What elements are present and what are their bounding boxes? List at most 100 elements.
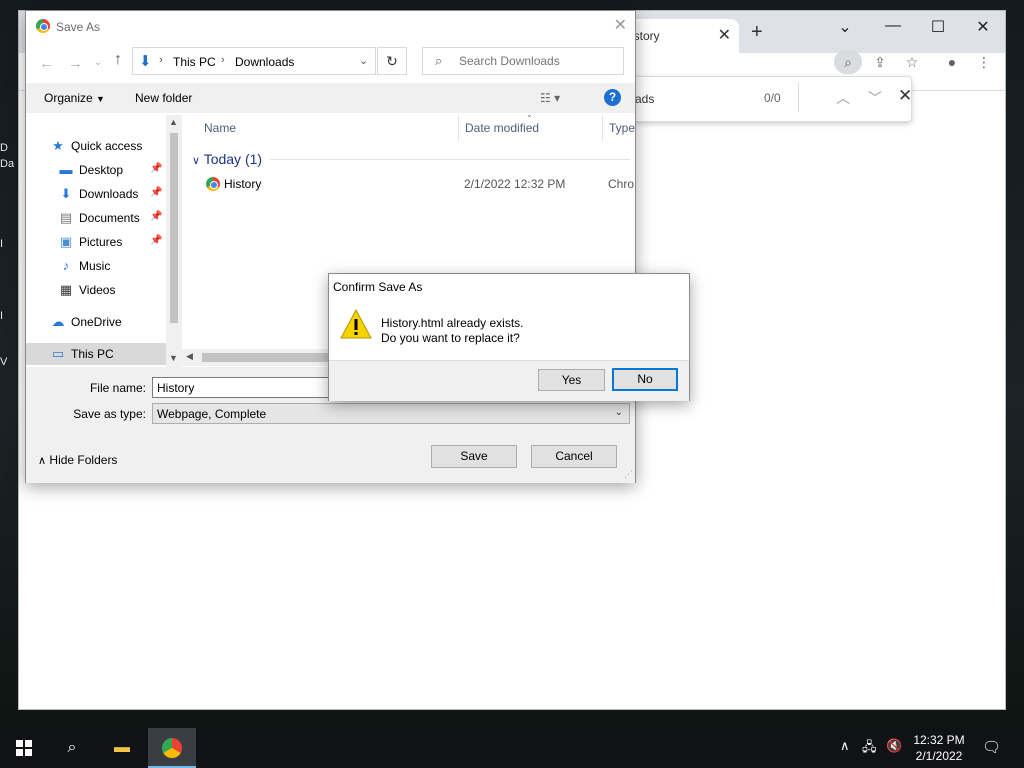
yes-button[interactable]: Yes [538,369,605,391]
recent-locations-icon[interactable]: ⌄ [94,57,102,68]
system-clock[interactable]: 12:32 PM 2/1/2022 [906,732,972,764]
close-icon[interactable]: ✕ [614,15,627,35]
star-icon[interactable]: ☆ [898,50,926,74]
breadcrumb-this-pc[interactable]: This PC [173,55,216,69]
pin-icon: 📌 [150,187,163,198]
nav-item-onedrive[interactable]: ☁ OneDrive [26,311,166,333]
new-folder-button[interactable]: New folder [135,91,192,105]
nav-item-music[interactable]: ♪ Music [26,255,166,277]
column-header-date-modified[interactable]: Date modified [465,121,539,135]
minimize-icon[interactable]: — [873,17,913,35]
no-button[interactable]: No [612,368,678,391]
chevron-down-icon: ∨ [192,155,201,167]
column-divider[interactable] [602,115,603,141]
clock-time: 12:32 PM [913,733,965,747]
start-button[interactable] [0,728,48,768]
search-icon[interactable]: ⌕ [48,728,96,768]
desktop-icon-fragment[interactable]: D [0,142,18,154]
hide-folders-label: Hide Folders [49,453,118,467]
close-icon[interactable]: ✕ [963,17,1003,37]
desktop-icon-fragment[interactable]: I [0,238,18,250]
hide-folders-button[interactable]: ∧ Hide Folders [38,453,117,467]
nav-item-pictures[interactable]: ▣ Pictures 📌 [26,231,166,253]
find-next-icon[interactable]: ﹀ [868,88,882,108]
forward-arrow-icon[interactable]: → [68,55,83,72]
save-type-select[interactable]: Webpage, Complete ⌄ [152,403,630,424]
chevron-right-icon[interactable]: › [221,54,225,66]
refresh-icon[interactable]: ↻ [377,47,407,75]
column-divider[interactable] [458,115,459,141]
resize-grip-icon[interactable]: ⋰ [624,469,633,480]
pin-icon: 📌 [150,211,163,222]
desktop-icon-fragment[interactable]: Da [0,158,18,170]
chevron-up-icon: ∧ [38,455,47,467]
nav-label: OneDrive [71,315,122,329]
address-bar[interactable]: ⬇ › This PC › Downloads ⌄ [132,47,376,75]
help-icon[interactable]: ? [604,89,621,106]
nav-label: Quick access [71,139,143,153]
nav-label: This PC [71,347,114,361]
organize-button[interactable]: Organize ▼ [44,91,105,105]
chrome-file-icon [206,177,220,191]
star-icon: ★ [52,138,64,153]
scroll-up-icon[interactable]: ▲ [169,117,178,127]
file-explorer-icon[interactable]: ▬ [98,728,146,768]
new-tab-icon[interactable]: + [751,22,763,42]
network-icon[interactable]: 🖧 [862,738,877,760]
nav-scrollbar[interactable]: ▲ ▼ [166,115,182,367]
up-arrow-icon[interactable]: ↑ [114,51,122,69]
find-input[interactable]: ads [635,92,654,106]
file-row[interactable]: History 2/1/2022 12:32 PM Chro [192,173,635,195]
scroll-left-icon[interactable]: ◀ [186,351,193,362]
nav-item-this-pc[interactable]: ▭ This PC [26,343,166,365]
find-count: 0/0 [764,91,781,105]
navigation-pane: ★ Quick access ▬ Desktop 📌 ⬇ Downloads 📌… [26,115,182,367]
chrome-taskbar-icon[interactable] [148,728,196,768]
cloud-icon: ☁ [51,314,65,329]
scrollbar-thumb[interactable] [170,133,178,323]
desktop-icon: ▬ [59,162,73,177]
dropdown-arrow-icon: ▼ [96,94,105,104]
cancel-button[interactable]: Cancel [531,445,617,468]
profile-icon[interactable]: ● [938,50,966,74]
save-type-value: Webpage, Complete [157,407,267,421]
view-options-icon[interactable]: ☷ ▾ [540,91,560,105]
computer-icon: ▭ [51,346,65,361]
desktop-icon-fragment[interactable]: I [0,310,18,322]
nav-item-quick-access[interactable]: ★ Quick access [26,135,166,157]
chevron-down-icon[interactable]: ⌄ [825,17,865,37]
maximize-icon[interactable]: ☐ [918,17,958,37]
chevron-up-icon[interactable]: ∧ [840,738,850,754]
column-header-type[interactable]: Type [609,121,635,135]
menu-icon[interactable]: ⋮ [970,50,998,74]
nav-item-videos[interactable]: ▦ Videos [26,279,166,301]
desktop-icon-fragment[interactable]: V [0,356,18,368]
find-previous-icon[interactable]: ︿ [836,88,850,108]
save-button[interactable]: Save [431,445,517,468]
notifications-icon[interactable]: 🗨 [982,738,1001,756]
music-note-icon: ♪ [62,258,70,273]
volume-muted-icon[interactable]: 🔇 [886,738,902,754]
zoom-search-icon[interactable]: ⌕ [834,50,862,74]
find-close-icon[interactable]: ✕ [898,86,912,106]
chevron-down-icon[interactable]: ⌄ [359,54,368,67]
back-arrow-icon[interactable]: ← [39,55,54,72]
breadcrumb-downloads[interactable]: Downloads [235,55,294,69]
file-name-value: History [157,381,195,395]
clock-date: 2/1/2022 [915,749,963,763]
share-icon[interactable]: ⇪ [866,50,894,74]
nav-item-downloads[interactable]: ⬇ Downloads 📌 [26,183,166,205]
search-input[interactable] [459,54,609,68]
nav-item-desktop[interactable]: ▬ Desktop 📌 [26,159,166,181]
close-icon[interactable]: ✕ [718,25,731,45]
group-header-today[interactable]: ∨ Today (1) [192,151,262,167]
nav-item-documents[interactable]: ▤ Documents 📌 [26,207,166,229]
scroll-down-icon[interactable]: ▼ [169,353,178,363]
chevron-right-icon[interactable]: › [159,54,163,66]
search-box[interactable]: ⌕ [422,47,624,75]
nav-label: Desktop [79,163,124,177]
file-type: Chro [608,177,635,191]
file-date: 2/1/2022 12:32 PM [464,177,566,191]
chrome-tab[interactable]: istory ✕ [619,19,739,53]
column-header-name[interactable]: Name [204,121,236,135]
